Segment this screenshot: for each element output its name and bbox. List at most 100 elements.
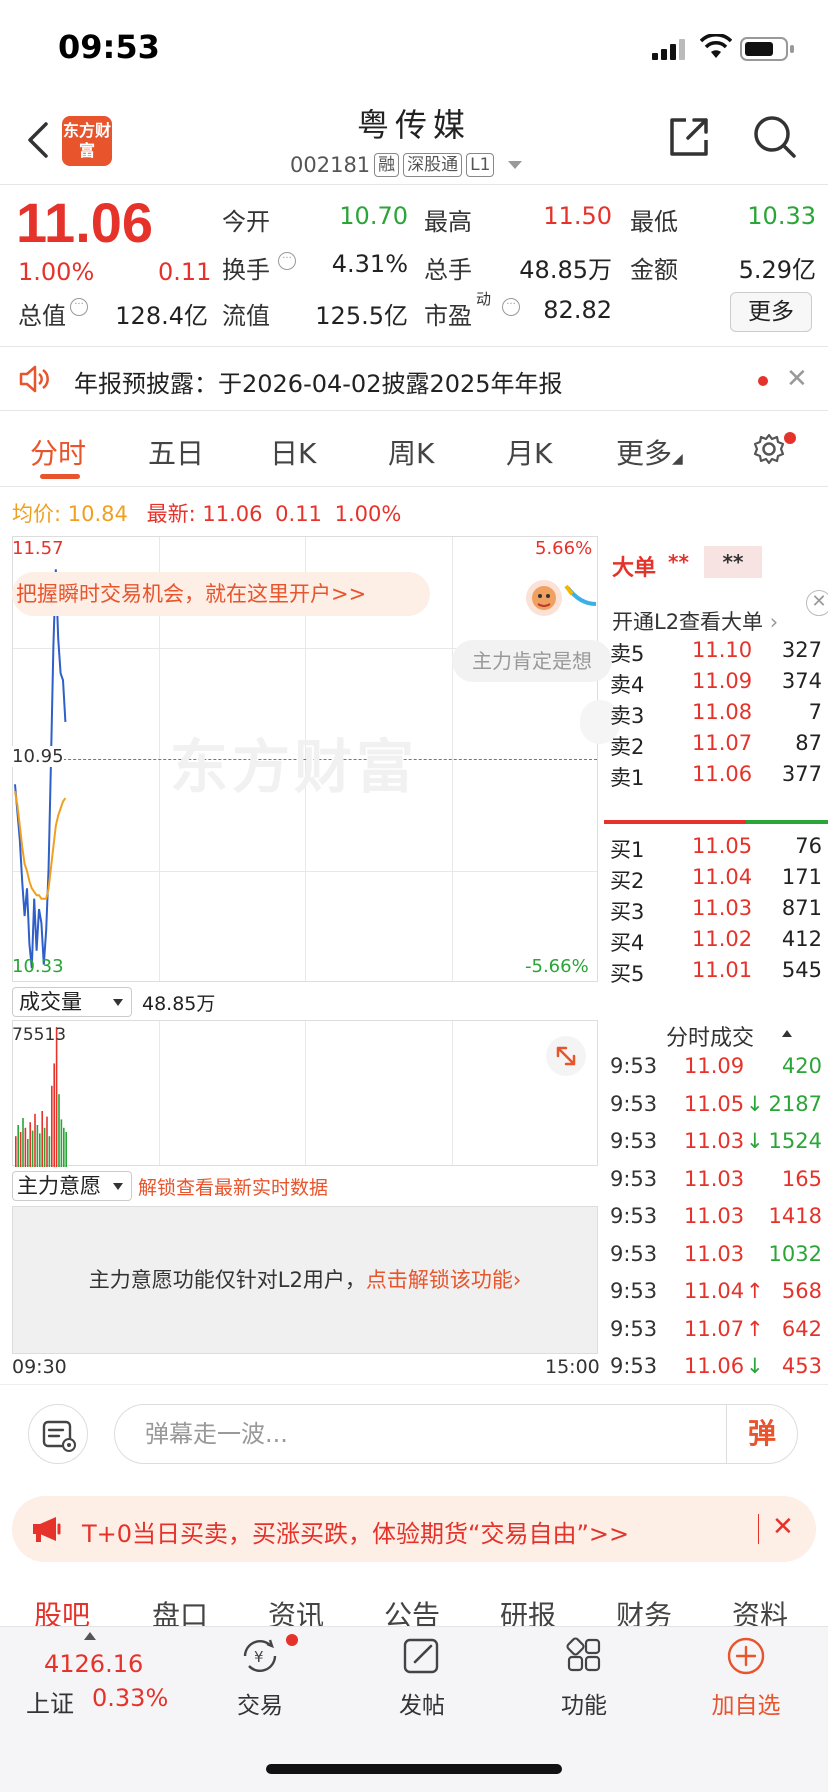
order-price: 11.10 bbox=[692, 638, 753, 662]
ticks-title[interactable]: 分时成交 bbox=[666, 1020, 754, 1052]
tab-week-k[interactable]: 周K bbox=[388, 432, 434, 472]
sell-balance-bar bbox=[746, 820, 828, 824]
chat-settings-icon[interactable] bbox=[28, 1404, 88, 1464]
order-book-row[interactable]: 卖1 11.06 377 bbox=[610, 762, 822, 796]
notice-banner[interactable]: 年报预披露：于2026-04-02披露2025年年报 bbox=[74, 364, 563, 399]
nav-add-watchlist[interactable]: 加自选 bbox=[686, 1636, 806, 1720]
search-icon[interactable] bbox=[752, 114, 798, 164]
pct-axis-bottom: -5.66% bbox=[525, 956, 589, 977]
tick-time: 9:53 bbox=[610, 1204, 658, 1228]
big-order-masked: ** bbox=[704, 546, 762, 578]
tick-price: 11.06 bbox=[684, 1354, 745, 1378]
index-name[interactable]: 上证 bbox=[26, 1684, 74, 1719]
divider bbox=[0, 346, 828, 347]
intent-message: 主力意愿功能仅针对L2用户，点击解锁该功能› bbox=[12, 1264, 598, 1294]
unread-dot bbox=[758, 376, 768, 386]
nav-functions[interactable]: 功能 bbox=[524, 1636, 644, 1720]
notice-label: 年报预披露： bbox=[74, 370, 218, 398]
stock-code-selector[interactable]: 002181 融 深股通 L1 bbox=[290, 150, 523, 180]
order-volume: 7 bbox=[808, 700, 822, 724]
close-icon[interactable]: ✕ bbox=[786, 364, 808, 394]
close-icon[interactable]: ✕ bbox=[772, 1512, 794, 1542]
order-book-row[interactable]: 买1 11.05 76 bbox=[610, 834, 822, 868]
tick-row: 9:53 11.03 ↓ 1524 bbox=[610, 1129, 822, 1163]
latest-pct: 1.00% bbox=[334, 502, 402, 526]
tab-day-k[interactable]: 日K bbox=[270, 432, 316, 472]
tick-direction-icon: ↑ bbox=[746, 1279, 764, 1303]
more-quote-button[interactable]: 更多 bbox=[730, 292, 812, 332]
expand-icon[interactable] bbox=[546, 1036, 586, 1076]
order-volume: 374 bbox=[781, 669, 822, 693]
share-icon[interactable] bbox=[666, 114, 712, 164]
active-tab-indicator bbox=[40, 474, 80, 479]
tick-direction-icon: ↓ bbox=[746, 1129, 764, 1153]
status-time: 09:53 bbox=[58, 28, 160, 66]
tab-five-day[interactable]: 五日 bbox=[148, 432, 204, 472]
quote-field-label: 总手 bbox=[424, 256, 472, 284]
volume-bar bbox=[63, 1127, 65, 1167]
order-book-row[interactable]: 卖4 11.09 374 bbox=[610, 669, 822, 703]
order-book-row[interactable]: 卖2 11.07 87 bbox=[610, 731, 822, 765]
order-price: 11.07 bbox=[692, 731, 753, 755]
tick-row: 9:53 11.03 165 bbox=[610, 1167, 822, 1201]
volume-bar bbox=[48, 1136, 51, 1167]
index-pct[interactable]: 0.33% bbox=[92, 1684, 168, 1712]
avg-value: 10.84 bbox=[67, 502, 128, 526]
tick-price: 11.03 bbox=[684, 1241, 745, 1266]
latest-change: 0.11 bbox=[275, 502, 322, 526]
tab-more[interactable]: 更多◢ bbox=[616, 432, 683, 472]
open-l2-link[interactable]: 开通L2查看大单 › bbox=[612, 606, 778, 636]
open-account-promo[interactable]: 把握瞬时交易机会，就在这里开户>> bbox=[12, 572, 430, 616]
tick-volume: 1418 bbox=[768, 1204, 822, 1228]
tick-price: 11.07 bbox=[684, 1316, 745, 1341]
volume-bar bbox=[55, 1027, 58, 1167]
tab-intraday[interactable]: 分时 bbox=[30, 432, 86, 472]
order-book-row[interactable]: 卖5 11.10 327 bbox=[610, 638, 822, 672]
divider bbox=[0, 410, 828, 411]
info-icon[interactable]: ··· bbox=[70, 298, 88, 316]
tick-time: 9:53 bbox=[610, 1354, 658, 1378]
tab-month-k[interactable]: 月K bbox=[506, 432, 552, 472]
indicator-select[interactable]: 成交量 bbox=[12, 987, 132, 1017]
futures-promo-text: T+0当日买卖，买涨买跌，体验期货“交易自由”>> bbox=[82, 1520, 630, 1548]
level-tag: L1 bbox=[466, 153, 495, 177]
time-axis-start: 09:30 bbox=[12, 1356, 67, 1378]
order-volume: 76 bbox=[795, 834, 822, 858]
back-button[interactable] bbox=[24, 118, 64, 168]
order-book-row[interactable]: 卖3 11.08 7 bbox=[610, 700, 822, 734]
intent-select-label: 主力意愿 bbox=[17, 1174, 101, 1198]
order-book-row[interactable]: 买2 11.04 171 bbox=[610, 865, 822, 899]
volume-header: 成交量 48.85万 bbox=[12, 984, 215, 1020]
order-book-row[interactable]: 买3 11.03 871 bbox=[610, 896, 822, 930]
barrage-send-button[interactable]: 弹 bbox=[726, 1404, 798, 1464]
y-axis-top: 11.57 bbox=[12, 538, 64, 559]
barrage-input[interactable]: 弹幕走一波... bbox=[114, 1404, 728, 1464]
unlock-link[interactable]: 解锁查看最新实时数据 bbox=[138, 1173, 328, 1200]
caret-down-icon: ◢ bbox=[672, 451, 683, 467]
quote-field-value: 48.85万 bbox=[519, 256, 612, 284]
price-change: 0.11 bbox=[158, 258, 212, 286]
order-level-label: 卖2 bbox=[610, 735, 645, 759]
quote-field-label: 市盈 bbox=[424, 302, 472, 330]
nav-trade[interactable]: ¥ 交易 bbox=[200, 1636, 320, 1720]
index-value[interactable]: 4126.16 bbox=[44, 1650, 143, 1678]
nav-post[interactable]: 发帖 bbox=[362, 1636, 482, 1720]
close-icon[interactable]: ✕ bbox=[806, 590, 828, 616]
order-book-row[interactable]: 买5 11.01 545 bbox=[610, 958, 822, 992]
pct-axis-top: 5.66% bbox=[535, 538, 593, 559]
volume-chart-svg bbox=[15, 1027, 67, 1167]
mascot-icon[interactable] bbox=[522, 574, 598, 618]
volume-max-label: 75513 bbox=[12, 1025, 67, 1045]
gear-icon[interactable] bbox=[752, 432, 786, 470]
buy-balance-bar bbox=[604, 820, 746, 824]
order-book-row[interactable]: 买4 11.02 412 bbox=[610, 927, 822, 961]
chevron-down-icon bbox=[508, 161, 523, 169]
tick-row: 9:53 11.09 420 bbox=[610, 1054, 822, 1088]
quote-field-label: 换手 bbox=[222, 256, 270, 284]
unlock-feature-link[interactable]: 点击解锁该功能› bbox=[366, 1268, 521, 1292]
nav-post-label: 发帖 bbox=[399, 1693, 445, 1719]
volume-bar bbox=[17, 1125, 19, 1167]
tick-volume: 165 bbox=[781, 1166, 822, 1191]
intent-select[interactable]: 主力意愿 bbox=[12, 1171, 132, 1201]
quote-field-label: 今开 bbox=[222, 208, 270, 236]
